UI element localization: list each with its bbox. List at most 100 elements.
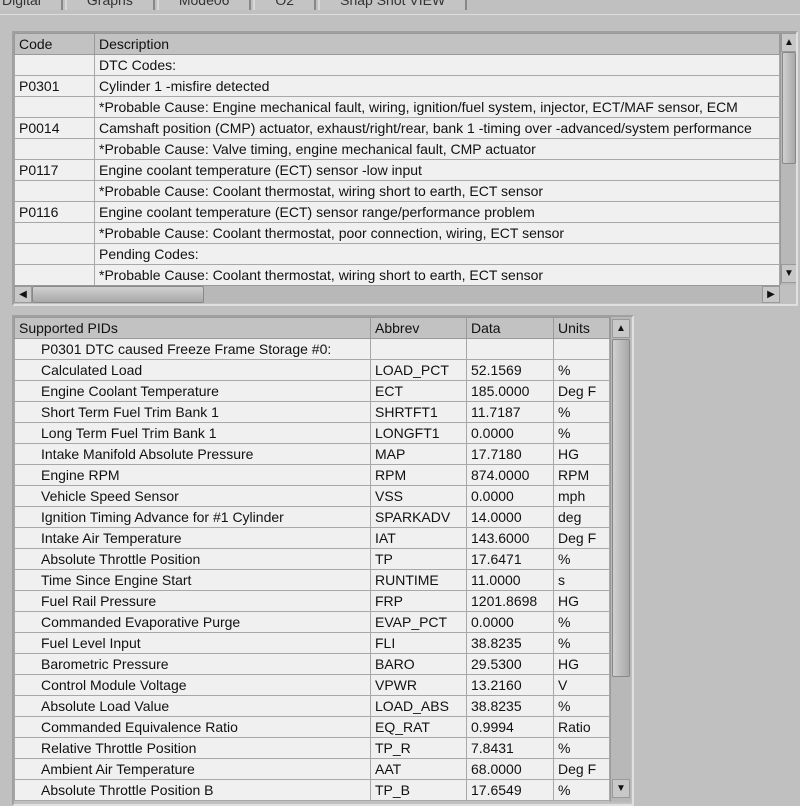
- table-cell: %: [553, 632, 610, 654]
- table-cell: Control Module Voltage: [14, 674, 371, 696]
- column-header[interactable]: Description: [94, 33, 780, 55]
- scroll-thumb[interactable]: [612, 339, 630, 677]
- table-row[interactable]: Absolute Throttle Position TP 17.6471%: [14, 548, 610, 570]
- table-cell: LONGFT1: [370, 422, 467, 444]
- table-row[interactable]: Commanded Equivalence Ratio EQ_RAT 0.9994 R…: [14, 716, 610, 738]
- table-row[interactable]: Long Term Fuel Trim Bank 1 LONGFT1 0.0000%: [14, 422, 610, 444]
- table-row[interactable]: P0301 DTC caused Freeze Frame Storage #0…: [14, 338, 610, 360]
- table-cell: 0.0000: [466, 422, 554, 444]
- scroll-up-arrow-icon[interactable]: ▲: [781, 33, 796, 52]
- table-row[interactable]: Ignition Timing Advance for #1 Cylinder S…: [14, 506, 610, 528]
- column-header[interactable]: Code: [14, 33, 95, 55]
- table-cell: *Probable Cause: Engine mechanical fault…: [94, 96, 780, 118]
- pid-table: Supported PIDs Abbrev Data Units P0301 DTC c…: [14, 317, 610, 801]
- table-cell: 68.0000: [466, 758, 554, 780]
- table-cell: 143.6000: [466, 527, 554, 549]
- tab-3[interactable]: O2: [253, 0, 317, 10]
- table-row[interactable]: Vehicle Speed Sensor VSS 0.0000 mph: [14, 485, 610, 507]
- table-row[interactable]: DTC Codes:: [14, 54, 780, 76]
- table-row[interactable]: *Probable Cause: Coolant thermostat, wir…: [14, 264, 780, 286]
- table-row[interactable]: Control Module Voltage VPWR 13.2160 V: [14, 674, 610, 696]
- table-row[interactable]: Intake Air Temperature IAT 143.6000 Deg F: [14, 527, 610, 549]
- table-row[interactable]: Intake Manifold Absolute Pressure MAP 17.7…: [14, 443, 610, 465]
- table-cell: Calculated Load: [14, 359, 371, 381]
- tab-2[interactable]: Mode06: [156, 0, 252, 10]
- table-cell: s: [553, 569, 610, 591]
- table-row[interactable]: Ambient Air Temperature AAT 68.0000 Deg F: [14, 758, 610, 780]
- scroll-down-arrow-icon[interactable]: ▼: [612, 779, 630, 798]
- table-row[interactable]: P0116 Engine coolant temperature (ECT) se…: [14, 201, 780, 223]
- table-row[interactable]: Barometric Pressure BARO 29.5300 HG: [14, 653, 610, 675]
- scroll-down-arrow-icon[interactable]: ▼: [781, 264, 796, 283]
- table-cell: P0014: [14, 117, 95, 139]
- table-row[interactable]: *Probable Cause: Coolant thermostat, wir…: [14, 180, 780, 202]
- pid-vertical-scrollbar[interactable]: ▲ ▼: [610, 317, 631, 802]
- column-header[interactable]: Units: [553, 317, 610, 339]
- table-cell: TP: [370, 548, 467, 570]
- column-header[interactable]: Abbrev: [370, 317, 467, 339]
- table-cell: Pending Codes:: [94, 243, 780, 265]
- scroll-up-arrow-icon[interactable]: ▲: [612, 319, 630, 338]
- table-row[interactable]: *Probable Cause: Valve timing, engine me…: [14, 138, 780, 160]
- table-row[interactable]: P0117 Engine coolant temperature (ECT) se…: [14, 159, 780, 181]
- header-row: Code Description: [14, 33, 780, 55]
- table-row[interactable]: Relative Throttle Position TP_R 7.8431%: [14, 737, 610, 759]
- table-cell: Intake Air Temperature: [14, 527, 371, 549]
- table-row[interactable]: Fuel Level Input FLI 38.8235%: [14, 632, 610, 654]
- table-row[interactable]: Fuel Rail Pressure FRP 1201.8698 HG: [14, 590, 610, 612]
- table-cell: %: [553, 359, 610, 381]
- table-row[interactable]: Short Term Fuel Trim Bank 1 SHRTFT1 11.718…: [14, 401, 610, 423]
- tab-0[interactable]: Digital: [0, 0, 63, 10]
- table-row[interactable]: P0301 Cylinder 1 -misfire detected: [14, 75, 780, 97]
- table-cell: DTC Codes:: [94, 54, 780, 76]
- tab-1[interactable]: Graphs: [64, 0, 155, 10]
- table-row[interactable]: Engine Coolant Temperature ECT 185.0000 Deg…: [14, 380, 610, 402]
- table-cell: %: [553, 737, 610, 759]
- table-row[interactable]: Time Since Engine Start RUNTIME 11.0000 s: [14, 569, 610, 591]
- scroll-thumb[interactable]: [782, 52, 796, 164]
- table-row[interactable]: *Probable Cause: Engine mechanical fault…: [14, 96, 780, 118]
- table-cell: EQ_RAT: [370, 716, 467, 738]
- table-row[interactable]: Commanded Evaporative Purge EVAP_PCT 0.000…: [14, 611, 610, 633]
- table-row[interactable]: P0014 Camshaft position (CMP) actuator, e…: [14, 117, 780, 139]
- table-row[interactable]: Absolute Throttle Position B TP_B 17.6549%: [14, 779, 610, 801]
- table-cell: %: [553, 611, 610, 633]
- scroll-thumb[interactable]: [32, 286, 204, 303]
- table-row[interactable]: *Probable Cause: Coolant thermostat, poo…: [14, 222, 780, 244]
- table-cell: 17.6549: [466, 779, 554, 801]
- table-row[interactable]: Engine RPM RPM 874.0000 RPM: [14, 464, 610, 486]
- table-cell: [370, 338, 467, 360]
- table-cell: TP_R: [370, 737, 467, 759]
- column-header[interactable]: Supported PIDs: [14, 317, 371, 339]
- table-cell: %: [553, 779, 610, 801]
- table-cell: VPWR: [370, 674, 467, 696]
- table-cell: Barometric Pressure: [14, 653, 371, 675]
- table-cell: Engine Coolant Temperature: [14, 380, 371, 402]
- table-row[interactable]: Absolute Load Value LOAD_ABS 38.8235%: [14, 695, 610, 717]
- scroll-right-arrow-icon[interactable]: ▶: [762, 286, 780, 303]
- table-cell: Vehicle Speed Sensor: [14, 485, 371, 507]
- table-cell: IAT: [370, 527, 467, 549]
- table-cell: [14, 96, 95, 118]
- dtc-horizontal-scrollbar[interactable]: ◀ ▶: [14, 285, 780, 303]
- table-row[interactable]: Pending Codes:: [14, 243, 780, 265]
- table-cell: [14, 138, 95, 160]
- table-cell: Ambient Air Temperature: [14, 758, 371, 780]
- column-header[interactable]: Data: [466, 317, 554, 339]
- scroll-left-arrow-icon[interactable]: ◀: [14, 286, 32, 303]
- tab-4[interactable]: Snap Shot VIEW: [318, 0, 468, 10]
- table-cell: 38.8235: [466, 695, 554, 717]
- table-cell: 0.0000: [466, 611, 554, 633]
- table-cell: HG: [553, 590, 610, 612]
- table-cell: 38.8235: [466, 632, 554, 654]
- table-cell: Absolute Throttle Position B: [14, 779, 371, 801]
- dtc-vertical-scrollbar[interactable]: ▲ ▼: [780, 33, 796, 285]
- table-cell: HG: [553, 443, 610, 465]
- table-row[interactable]: Calculated Load LOAD_PCT 52.1569%: [14, 359, 610, 381]
- table-cell: Fuel Rail Pressure: [14, 590, 371, 612]
- table-cell: FRP: [370, 590, 467, 612]
- table-cell: *Probable Cause: Coolant thermostat, wir…: [94, 264, 780, 286]
- header-row: Supported PIDs Abbrev Data Units: [14, 317, 610, 339]
- table-cell: RUNTIME: [370, 569, 467, 591]
- table-cell: Ratio: [553, 716, 610, 738]
